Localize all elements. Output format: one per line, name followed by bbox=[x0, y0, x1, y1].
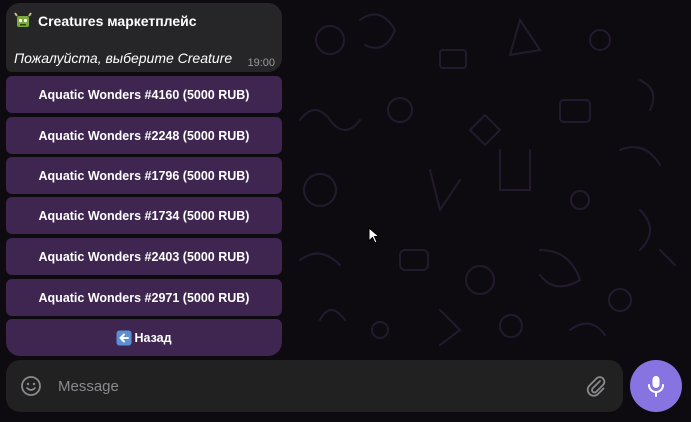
message-text: Пожалуйста, выберите Creature bbox=[14, 50, 233, 66]
smiley-icon[interactable] bbox=[20, 375, 42, 397]
back-arrow-icon bbox=[116, 330, 132, 345]
message-input[interactable] bbox=[54, 372, 582, 400]
bot-title-text: Creatures маркетплейс bbox=[38, 13, 197, 29]
back-button[interactable]: Назад bbox=[6, 319, 282, 356]
monster-icon bbox=[14, 12, 32, 27]
keyboard-button-label: Aquatic Wonders #4160 (5000 RUB) bbox=[38, 87, 250, 102]
keyboard-button-label: Aquatic Wonders #2971 (5000 RUB) bbox=[38, 290, 250, 305]
back-button-label: Назад bbox=[134, 330, 172, 345]
keyboard-button-item[interactable]: Aquatic Wonders #2248 (5000 RUB) bbox=[6, 117, 282, 154]
mouse-cursor-icon bbox=[368, 227, 380, 244]
message-time: 19:00 bbox=[247, 57, 275, 69]
keyboard-button-label: Aquatic Wonders #2248 (5000 RUB) bbox=[38, 128, 250, 143]
keyboard-button-item[interactable]: Aquatic Wonders #2403 (5000 RUB) bbox=[6, 238, 282, 275]
keyboard-button-label: Aquatic Wonders #2403 (5000 RUB) bbox=[38, 249, 250, 264]
microphone-icon bbox=[648, 376, 664, 397]
bot-title: Creatures маркетплейс bbox=[14, 11, 197, 31]
keyboard-button-label: Aquatic Wonders #1796 (5000 RUB) bbox=[38, 168, 250, 183]
keyboard-button-item[interactable]: Aquatic Wonders #2971 (5000 RUB) bbox=[6, 279, 282, 316]
keyboard-button-item[interactable]: Aquatic Wonders #1734 (5000 RUB) bbox=[6, 197, 282, 234]
keyboard-button-label: Aquatic Wonders #1734 (5000 RUB) bbox=[38, 208, 250, 223]
message-bubble: Creatures маркетплейс Пожалуйста, выбери… bbox=[6, 3, 282, 72]
keyboard-button-item[interactable]: Aquatic Wonders #4160 (5000 RUB) bbox=[6, 76, 282, 113]
message-composer bbox=[6, 360, 623, 412]
keyboard-button-item[interactable]: Aquatic Wonders #1796 (5000 RUB) bbox=[6, 157, 282, 194]
paperclip-icon[interactable] bbox=[585, 374, 607, 398]
mic-button[interactable] bbox=[630, 360, 682, 412]
